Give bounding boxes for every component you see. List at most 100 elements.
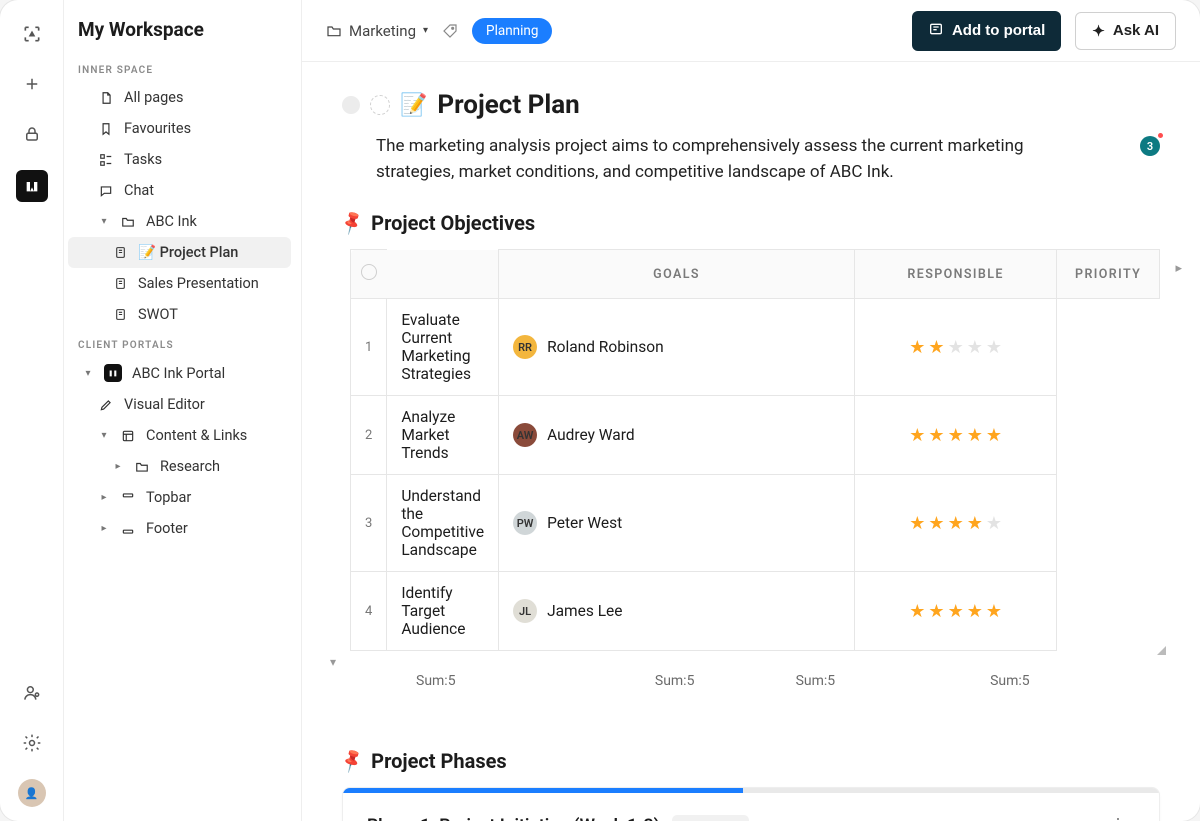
button-label: Add to portal	[952, 22, 1045, 39]
title-row: 📝 Project Plan	[342, 90, 1160, 120]
cell-responsible[interactable]: PW Peter West	[499, 475, 855, 572]
nav-label: Content & Links	[146, 427, 247, 444]
focus-mode-icon[interactable]	[18, 20, 46, 48]
table-row[interactable]: 2 Analyze Market Trends AW Audrey Ward ★…	[351, 396, 1160, 475]
nav-project-plan[interactable]: 📝 Project Plan	[68, 237, 291, 268]
nav-content-links[interactable]: ▾ Content & Links	[68, 420, 291, 451]
nav-visual-editor[interactable]: Visual Editor	[68, 389, 291, 420]
star-icon: ★	[967, 337, 983, 358]
more-menu-icon[interactable]: ⋮	[1101, 811, 1135, 821]
chevron-right-icon: ▸	[98, 492, 110, 503]
nav-chat[interactable]: Chat	[68, 175, 291, 206]
nav-label: Footer	[146, 520, 188, 537]
status-indicator[interactable]	[342, 96, 360, 114]
sparkle-icon: ✦	[1092, 22, 1105, 40]
cell-priority[interactable]: ★★★★★	[855, 396, 1057, 475]
page-icon	[112, 245, 128, 261]
cell-goal[interactable]: Evaluate Current Marketing Strategies	[387, 299, 499, 396]
chevron-down-icon: ▾	[82, 368, 94, 379]
workspace-logo-icon[interactable]	[16, 170, 48, 202]
section-client-portals: CLIENT PORTALS	[68, 330, 291, 357]
portal-logo-icon	[104, 364, 122, 382]
settings-icon[interactable]	[18, 729, 46, 757]
star-icon: ★	[948, 425, 964, 446]
column-priority[interactable]: PRIORITY	[1057, 250, 1160, 299]
objectives-table-wrap: GOALS RESPONSIBLE PRIORITY 1 Evaluate Cu…	[350, 249, 1160, 651]
ask-ai-button[interactable]: ✦ Ask AI	[1075, 12, 1176, 50]
folder-icon	[134, 459, 150, 475]
cell-priority[interactable]: ★★★★★	[855, 299, 1057, 396]
nav-topbar[interactable]: ▸ Topbar	[68, 482, 291, 513]
section-icon	[120, 521, 136, 537]
lock-icon[interactable]	[18, 120, 46, 148]
nav-tasks[interactable]: Tasks	[68, 144, 291, 175]
nav-label: ABC Ink Portal	[132, 365, 225, 382]
current-user-avatar[interactable]: 👤	[18, 779, 46, 807]
table-resize-handle-icon[interactable]	[1157, 646, 1166, 655]
main-area: Marketing ▾ Planning Add to portal ✦ Ask…	[302, 0, 1200, 821]
cell-responsible[interactable]: JL James Lee	[499, 572, 855, 651]
pin-icon: 📌	[338, 209, 366, 237]
star-icon: ★	[928, 601, 944, 622]
column-goals[interactable]: GOALS	[499, 250, 855, 299]
nav-all-pages[interactable]: All pages	[68, 82, 291, 113]
table-row[interactable]: 4 Identify Target Audience JL James Lee …	[351, 572, 1160, 651]
tag-icon[interactable]	[442, 23, 458, 39]
page-emoji: 📝	[400, 93, 427, 118]
document-icon	[98, 90, 114, 106]
star-icon: ★	[967, 601, 983, 622]
page-title: Project Plan	[437, 90, 579, 120]
avatar: AW	[513, 423, 537, 447]
cell-goal[interactable]: Understand the Competitive Landscape	[387, 475, 499, 572]
table-row[interactable]: 3 Understand the Competitive Landscape P…	[351, 475, 1160, 572]
cell-responsible[interactable]: RR Roland Robinson	[499, 299, 855, 396]
cell-goal[interactable]: Analyze Market Trends	[387, 396, 499, 475]
nav-abc-ink-portal[interactable]: ▾ ABC Ink Portal	[68, 357, 291, 389]
nav-favourites[interactable]: Favourites	[68, 113, 291, 144]
add-icon[interactable]	[18, 70, 46, 98]
cell-goal[interactable]: Identify Target Audience	[387, 572, 499, 651]
phase-progress-bar[interactable]	[343, 788, 1159, 793]
cell-priority[interactable]: ★★★★★	[855, 475, 1057, 572]
button-label: Ask AI	[1113, 22, 1159, 39]
breadcrumb-folder[interactable]: Marketing ▾	[326, 22, 428, 40]
table-checkbox-header[interactable]	[351, 250, 387, 299]
nav-abc-ink[interactable]: ▾ ABC Ink	[68, 206, 291, 237]
person-name: James Lee	[547, 602, 622, 620]
objectives-table: GOALS RESPONSIBLE PRIORITY 1 Evaluate Cu…	[350, 249, 1160, 651]
person-name: Peter West	[547, 514, 622, 532]
cell-priority[interactable]: ★★★★★	[855, 572, 1057, 651]
description-row: The marketing analysis project aims to c…	[376, 134, 1160, 185]
cell-responsible[interactable]: AW Audrey Ward	[499, 396, 855, 475]
column-responsible[interactable]: RESPONSIBLE	[855, 250, 1057, 299]
star-icon: ★	[909, 513, 925, 534]
avatar: PW	[513, 511, 537, 535]
star-icon: ★	[986, 513, 1002, 534]
nav-footer[interactable]: ▸ Footer	[68, 513, 291, 544]
page-description[interactable]: The marketing analysis project aims to c…	[376, 134, 1096, 185]
table-add-column-icon[interactable]: ▸	[1175, 261, 1182, 276]
nav-label: Chat	[124, 182, 154, 199]
objectives-heading: 📌 Project Objectives	[342, 211, 1160, 235]
add-to-portal-button[interactable]: Add to portal	[912, 11, 1061, 51]
pin-icon: 📌	[338, 747, 366, 775]
folder-icon	[326, 23, 342, 39]
collaborators-badge[interactable]: 3	[1140, 136, 1160, 156]
nav-research[interactable]: ▸ Research	[68, 451, 291, 482]
section-icon	[120, 490, 136, 506]
tag-pill[interactable]: Planning	[472, 18, 552, 44]
phase-header: Phase 1: Project Initiation (Week 1-3) A…	[367, 811, 1135, 821]
add-status-chip[interactable]: Add status	[672, 815, 750, 821]
page-icon	[112, 307, 128, 323]
nav-swot[interactable]: SWOT	[68, 299, 291, 330]
sidebar: My Workspace INNER SPACE All pages Favou…	[64, 0, 302, 821]
table-row[interactable]: 1 Evaluate Current Marketing Strategies …	[351, 299, 1160, 396]
emoji-placeholder-icon[interactable]	[370, 95, 390, 115]
members-icon[interactable]	[18, 679, 46, 707]
table-row-controls-icon[interactable]: ▾	[330, 655, 336, 669]
portal-icon	[928, 21, 944, 41]
star-icon: ★	[928, 425, 944, 446]
chat-icon	[98, 183, 114, 199]
nav-sales-presentation[interactable]: Sales Presentation	[68, 268, 291, 299]
star-icon: ★	[986, 601, 1002, 622]
